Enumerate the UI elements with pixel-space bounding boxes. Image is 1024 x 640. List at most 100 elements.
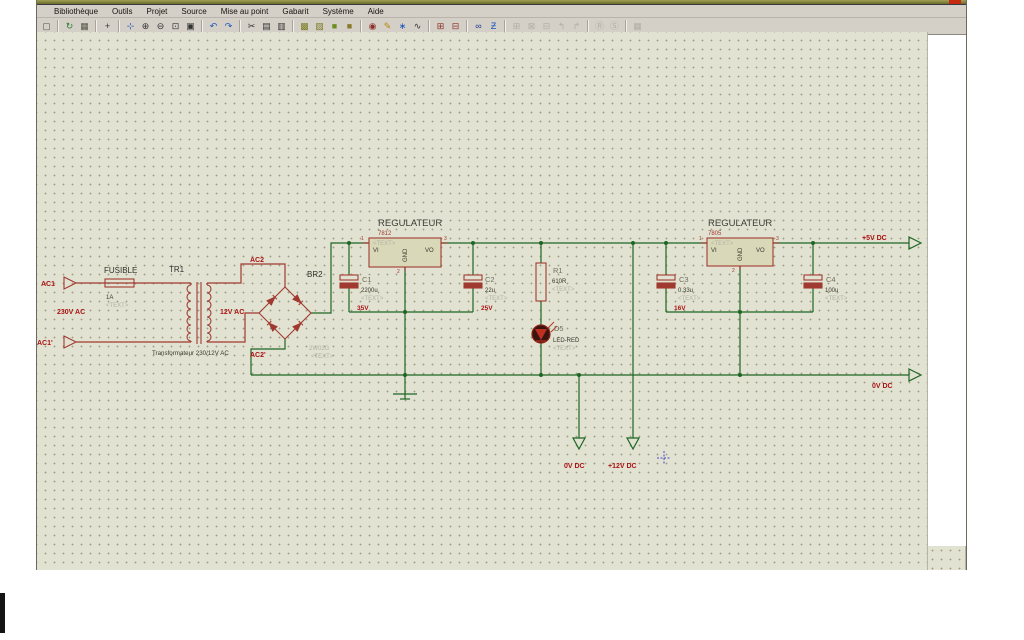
menu-mise-au-point[interactable]: Mise au point xyxy=(214,7,276,16)
menubar: Bibliothèque Outils Projet Source Mise au po… xyxy=(37,4,966,18)
capacitor-c4[interactable]: C4 100u <TEXT> xyxy=(803,274,848,302)
screen-artifact xyxy=(0,593,5,633)
resistor-r1[interactable]: R1 610R <TEXT> xyxy=(535,262,575,302)
net-label-ac1-prime[interactable]: AC1' xyxy=(37,340,53,347)
bridge-text-placeholder: <TEXT> xyxy=(311,354,334,360)
cut-icon[interactable]: ✂ xyxy=(245,20,258,33)
net-label-230v[interactable]: 230V AC xyxy=(57,309,85,316)
capacitor-c3[interactable]: C3 0.33u <TEXT> 16V xyxy=(656,274,701,312)
netlist-transfer-icon: ▦ xyxy=(633,20,642,31)
cleanup-icon[interactable]: ∿ xyxy=(411,20,424,33)
proteus-isis-window: Bibliothèque Outils Projet Source Mise au po… xyxy=(36,0,967,570)
property-assignment-icon[interactable]: Ƶ xyxy=(487,20,500,33)
c1-text-placeholder: <TEXT> xyxy=(361,296,384,302)
zoom-all-icon[interactable]: ▣ xyxy=(184,20,197,33)
component-mode-icon[interactable]: ⊞ xyxy=(434,20,447,33)
terminal-plus5v[interactable]: +5V DC xyxy=(862,235,923,250)
toolbar-separator xyxy=(360,20,362,32)
menu-aide[interactable]: Aide xyxy=(361,7,391,16)
undo-icon[interactable]: ↶ xyxy=(207,20,220,33)
net-label-plus5v[interactable]: +5V DC xyxy=(862,235,887,242)
terminal-0v-bottom[interactable]: 0V DC xyxy=(564,437,587,470)
redo-icon[interactable]: ↷ xyxy=(222,20,235,33)
toolbar-separator xyxy=(625,20,627,32)
make-device-icon[interactable]: ⊟ xyxy=(449,20,462,33)
ground-symbol[interactable] xyxy=(393,393,417,400)
reg1-pin-gnd: GND xyxy=(403,248,409,262)
zoom-out-icon[interactable]: ⊖ xyxy=(154,20,167,33)
net-label-0v-right[interactable]: 0V DC xyxy=(872,383,893,390)
block-move-icon[interactable]: ▨ xyxy=(313,20,326,33)
toggle-grid-icon[interactable]: ▦ xyxy=(78,20,91,33)
net-label-ac2[interactable]: AC2 xyxy=(250,257,264,264)
reg2-pin-gnd: GND xyxy=(738,247,744,261)
reg1-text-placeholder: <TEXT> xyxy=(373,241,396,247)
origin-marker-icon[interactable]: + xyxy=(101,20,114,33)
reg1-pin-vo: VO xyxy=(425,248,434,254)
bridge-ref: BR2 xyxy=(307,270,323,279)
fuse-text-placeholder: <TEXT> xyxy=(106,303,129,309)
zoom-area-icon[interactable]: ⊡ xyxy=(169,20,182,33)
block-delete-icon[interactable]: ■ xyxy=(343,20,356,33)
regulator-7805[interactable]: REGULATEUR 7805 <TEXT> VI VO GND 1 3 2 xyxy=(699,218,779,274)
led-d5[interactable]: D5 LED-RED <TEXT> xyxy=(531,321,580,352)
menu-gabarit[interactable]: Gabarit xyxy=(275,7,315,16)
menu-biblioth-que[interactable]: Bibliothèque xyxy=(47,7,105,16)
schematic-canvas[interactable]: AC1 AC1' 230V AC FUSIBLE 1A <TEXT> TR1 T… xyxy=(37,32,928,570)
copy-icon[interactable]: ▤ xyxy=(260,20,273,33)
c3-voltage: 16V xyxy=(674,305,686,312)
toolbar-separator xyxy=(239,20,241,32)
bridge-rectifier-br2[interactable]: BR2 2W02G <TEXT> xyxy=(258,270,334,360)
find-component-icon[interactable]: ∞ xyxy=(472,20,485,33)
c2-value: 22u xyxy=(485,288,495,294)
merge-sheet-icon: ⊟ xyxy=(542,20,551,31)
toolbar-separator xyxy=(504,20,506,32)
paste-icon[interactable]: ▥ xyxy=(275,20,288,33)
c1-ref: C1 xyxy=(362,275,372,284)
net-label-0v-bottom[interactable]: 0V DC xyxy=(564,463,585,470)
transformer-ref: TR1 xyxy=(169,265,185,274)
pan-icon[interactable]: ⊹ xyxy=(124,20,137,33)
terminal-plus12v-bottom[interactable]: +12V DC xyxy=(608,437,641,470)
toolbar-separator xyxy=(201,20,203,32)
fuse-value: 1A xyxy=(106,295,113,301)
new-page-icon[interactable]: ▢ xyxy=(40,20,53,33)
d5-text-placeholder: <TEXT> xyxy=(553,346,576,352)
d5-value: LED-RED xyxy=(553,338,580,344)
toolbar-separator xyxy=(466,20,468,32)
terminal-ac1-prime[interactable]: AC1' xyxy=(37,335,78,349)
net-label-12v[interactable]: 12V AC xyxy=(220,309,244,316)
net-label-ac1[interactable]: AC1 xyxy=(41,281,55,288)
reg2-pin2: 2 xyxy=(732,268,735,274)
decompose-icon[interactable]: ∗ xyxy=(396,20,409,33)
block-copy-icon[interactable]: ▩ xyxy=(298,20,311,33)
c3-text-placeholder: <TEXT> xyxy=(678,296,701,302)
toolbar-separator xyxy=(292,20,294,32)
zoom-in-icon[interactable]: ⊕ xyxy=(139,20,152,33)
net-label-plus12v[interactable]: +12V DC xyxy=(608,463,637,470)
bill-of-materials-icon: Ⓡ xyxy=(594,20,604,31)
reg2-pin-vi: VI xyxy=(711,248,717,254)
library-pick-icon[interactable]: ◉ xyxy=(366,20,379,33)
capacitor-c1[interactable]: C1 2200u <TEXT> 35V xyxy=(339,274,384,312)
refresh-sheet-icon[interactable]: ↻ xyxy=(63,20,76,33)
close-button[interactable] xyxy=(949,0,961,4)
menu-source[interactable]: Source xyxy=(174,7,213,16)
wire-dc-rails[interactable] xyxy=(250,242,909,438)
packaging-tool-icon[interactable]: ✎ xyxy=(381,20,394,33)
menu-projet[interactable]: Projet xyxy=(140,7,175,16)
reg1-pin3: 3 xyxy=(444,236,447,242)
terminal-0v-right[interactable]: 0V DC xyxy=(872,368,923,390)
goto-child-icon: ↱ xyxy=(572,20,581,31)
regulator-7812[interactable]: REGULATEUR 7812 <TEXT> VI VO GND 1 3 2 xyxy=(361,218,447,275)
block-rotate-icon[interactable]: ■ xyxy=(328,20,341,33)
transformer-tr1[interactable]: TR1 Transformateur 230/12V AC xyxy=(152,265,229,357)
menu-outils[interactable]: Outils xyxy=(105,7,139,16)
menu-syst-me[interactable]: Système xyxy=(316,7,361,16)
c2-ref: C2 xyxy=(485,275,495,284)
capacitor-c2[interactable]: C2 22u <TEXT> 25V xyxy=(463,274,508,312)
fuse-component[interactable]: FUSIBLE 1A <TEXT> xyxy=(104,266,137,309)
terminal-ac1[interactable]: AC1 xyxy=(41,276,78,290)
transformer-caption: Transformateur 230/12V AC xyxy=(152,350,229,357)
net-label-ac2-prime[interactable]: AC2' xyxy=(250,352,266,359)
